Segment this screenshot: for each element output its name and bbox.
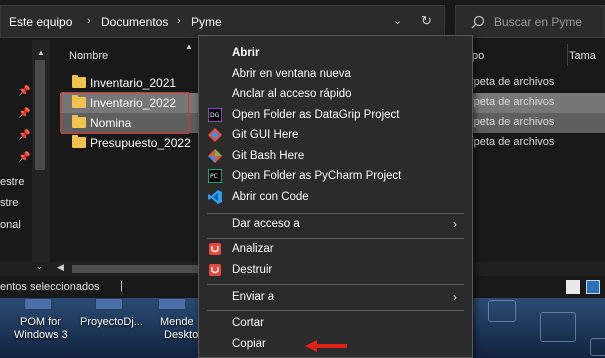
menu-item-open-pycharm[interactable]: PC Open Folder as PyCharm Project <box>199 166 472 186</box>
wallpaper-shape <box>488 300 516 322</box>
status-separator: | <box>120 280 123 292</box>
chevron-down-icon[interactable]: ⌄ <box>393 14 402 27</box>
menu-item-label: Git GUI Here <box>232 129 299 141</box>
menu-item-destruir[interactable]: Destruir <box>199 260 472 280</box>
menu-item-label: Enviar a <box>232 291 275 303</box>
menu-item-analizar[interactable]: Analizar <box>199 239 472 259</box>
menu-item-dar-acceso-a[interactable]: Dar acceso a › <box>199 214 472 234</box>
vscode-icon <box>208 190 222 204</box>
menu-item-abrir-con-code[interactable]: Abrir con Code <box>199 187 472 207</box>
file-name: Inventario_2021 <box>90 76 177 90</box>
wallpaper-shape <box>540 312 576 342</box>
menu-item-label: Open Folder as PyCharm Project <box>232 170 402 182</box>
desktop-item-label[interactable]: Windows 3 <box>14 329 68 341</box>
menu-item-label: Copiar <box>232 338 266 350</box>
desktop-shortcut-icon[interactable] <box>95 298 123 310</box>
nav-item-label[interactable]: onal <box>0 219 21 231</box>
file-type: rpeta de archivos <box>470 136 555 148</box>
pin-icon: 📌 <box>18 152 31 163</box>
chevron-right-icon: › <box>453 217 457 231</box>
horizontal-scrollbar-thumb[interactable] <box>72 265 202 273</box>
chevron-right-icon: › <box>453 290 457 304</box>
nav-item-label[interactable]: stre <box>0 197 18 209</box>
nav-item-label[interactable]: estre <box>0 176 24 188</box>
menu-item-label: Analizar <box>232 243 274 255</box>
nav-scrollbar-thumb[interactable] <box>35 60 45 170</box>
column-header-type[interactable]: po <box>472 50 484 62</box>
scroll-up-icon[interactable]: ▲ <box>37 48 45 57</box>
breadcrumb-pyme[interactable]: Pyme <box>191 15 222 29</box>
menu-item-open-datagrip[interactable]: DG Open Folder as DataGrip Project <box>199 105 472 125</box>
scroll-left-icon[interactable]: ◀ <box>57 262 64 273</box>
pin-icon: 📌 <box>18 86 31 97</box>
shield-icon <box>209 243 221 255</box>
search-input[interactable]: Buscar en Pyme <box>455 5 605 38</box>
menu-item-label: Git Bash Here <box>232 150 305 162</box>
breadcrumb-este-equipo[interactable]: Este equipo <box>9 15 72 29</box>
menu-separator <box>207 310 464 311</box>
desktop-item-label[interactable]: Deskto <box>164 329 198 341</box>
breadcrumb-documentos[interactable]: Documentos <box>101 15 168 29</box>
menu-item-label: Dar acceso a <box>232 218 300 230</box>
file-name: Presupuesto_2022 <box>90 136 191 150</box>
breadcrumb-separator: › <box>177 15 181 27</box>
datagrip-icon: DG <box>208 108 222 122</box>
status-selection-count: entos seleccionados <box>0 281 100 293</box>
menu-item-label: Abrir <box>232 47 260 59</box>
arrow-left-icon <box>305 340 347 352</box>
menu-item-label: Open Folder as DataGrip Project <box>232 109 400 121</box>
column-header-size[interactable]: Tama <box>569 50 596 62</box>
pycharm-icon: PC <box>208 169 222 183</box>
svg-text:PC: PC <box>210 173 218 180</box>
file-type: rpeta de archivos <box>470 96 555 108</box>
shield-icon <box>209 264 221 276</box>
search-icon <box>471 15 485 29</box>
desktop-item-label[interactable]: POM for <box>20 316 61 328</box>
menu-item-label: Destruir <box>232 264 273 276</box>
pin-icon: 📌 <box>18 108 31 119</box>
selection-highlight-box <box>61 92 189 134</box>
navigation-pane[interactable]: 📌 📌 📌 📌 estre stre onal ▲ ▼ <box>0 40 52 276</box>
menu-item-label: Abrir con Code <box>232 191 309 203</box>
git-gui-icon <box>208 128 222 142</box>
menu-item-label: Cortar <box>232 317 264 329</box>
menu-item-cortar[interactable]: Cortar <box>199 313 472 333</box>
search-placeholder: Buscar en Pyme <box>494 15 583 29</box>
sort-ascending-icon: ▲ <box>185 42 193 51</box>
folder-icon <box>72 135 86 148</box>
column-header-name[interactable]: Nombre <box>69 50 108 62</box>
breadcrumb-separator: › <box>87 15 91 27</box>
menu-separator <box>207 284 464 285</box>
refresh-icon[interactable]: ↻ <box>421 13 432 29</box>
address-bar[interactable]: Este equipo › Documentos › Pyme ⌄ ↻ <box>0 5 445 38</box>
chevron-down-icon[interactable]: ⌄ <box>36 262 43 271</box>
desktop-item-label[interactable]: ProyectoDj... <box>80 316 143 328</box>
context-menu: Abrir Abrir en ventana nueva Anclar al a… <box>198 35 473 358</box>
menu-item-anclar-acceso-rapido[interactable]: Anclar al acceso rápido <box>199 84 472 104</box>
svg-text:DG: DG <box>210 112 220 119</box>
menu-item-git-bash[interactable]: Git Bash Here <box>199 146 472 166</box>
large-icons-view-icon[interactable] <box>586 280 600 294</box>
desktop-shortcut-icon[interactable] <box>158 298 186 310</box>
file-type: rpeta de archivos <box>470 76 555 88</box>
pin-icon: 📌 <box>18 130 31 141</box>
wallpaper-shape <box>590 338 605 356</box>
column-divider[interactable] <box>567 44 568 66</box>
git-bash-icon <box>208 149 222 163</box>
file-type: rpeta de archivos <box>470 116 555 128</box>
desktop-item-label[interactable]: Mende <box>160 316 194 328</box>
menu-item-label: Anclar al acceso rápido <box>232 88 352 100</box>
menu-item-abrir-ventana-nueva[interactable]: Abrir en ventana nueva <box>199 64 472 84</box>
folder-icon <box>72 75 86 88</box>
details-view-icon[interactable] <box>566 280 580 294</box>
menu-item-label: Abrir en ventana nueva <box>232 68 351 80</box>
desktop-shortcut-icon[interactable] <box>24 298 52 310</box>
menu-item-enviar-a[interactable]: Enviar a › <box>199 287 472 307</box>
menu-item-abrir[interactable]: Abrir <box>199 43 472 63</box>
menu-item-git-gui[interactable]: Git GUI Here <box>199 125 472 145</box>
